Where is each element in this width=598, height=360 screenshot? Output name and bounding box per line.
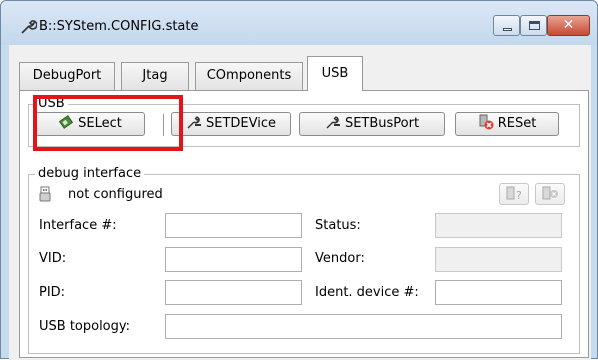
close-button[interactable]: ✕: [547, 15, 590, 36]
svg-text:?: ?: [516, 189, 522, 202]
tab-components[interactable]: COmponents: [195, 62, 303, 90]
vid-field[interactable]: [165, 247, 302, 272]
ident-device-label: Ident. device #:: [315, 285, 419, 300]
window-client-area: DebugPort Jtag COmponents USB USB SELect: [9, 45, 591, 360]
pid-field[interactable]: [165, 280, 302, 305]
close-icon: ✕: [562, 17, 575, 33]
usb-topology-field[interactable]: [165, 314, 562, 339]
tab-jtag[interactable]: Jtag: [121, 62, 189, 90]
minimize-icon: [503, 28, 512, 31]
reset-button-label: RESet: [497, 116, 537, 131]
select-icon: [58, 114, 74, 130]
maximize-button[interactable]: [520, 15, 547, 36]
setdevice-button-label: SETDEVice: [206, 116, 276, 131]
setbusport-button[interactable]: SETBusPort: [299, 112, 445, 136]
debug-interface-label: debug interface: [35, 166, 145, 181]
select-button-label: SELect: [78, 116, 122, 131]
status-label: Status:: [315, 218, 361, 233]
maximize-icon: [529, 21, 540, 30]
reset-button[interactable]: RESet: [455, 112, 559, 136]
query-icon: ?: [506, 186, 524, 206]
vendor-label: Vendor:: [315, 251, 365, 266]
window-title: B::SYStem.CONFIG.state: [39, 19, 199, 34]
release-device-button[interactable]: [535, 183, 565, 205]
toolbar-separator: [163, 114, 164, 136]
ident-device-field[interactable]: [435, 280, 562, 305]
tab-debugport[interactable]: DebugPort: [19, 62, 115, 90]
interface-number-field[interactable]: [165, 213, 302, 238]
query-device-button[interactable]: ?: [499, 183, 529, 205]
pid-label: PID:: [39, 285, 66, 300]
release-icon: [542, 186, 560, 206]
status-field: [435, 213, 562, 238]
usb-topology-label: USB topology:: [39, 319, 131, 334]
usb-group: USB SELect SETDEVice SETBusPort RESet: [28, 96, 580, 147]
reset-icon: [478, 114, 494, 130]
minimize-button[interactable]: [493, 15, 520, 36]
wrench-icon: [19, 18, 38, 36]
interface-number-label: Interface #:: [39, 218, 117, 233]
usb-group-label: USB: [35, 96, 68, 111]
vid-label: VID:: [39, 251, 67, 266]
select-button[interactable]: SELect: [35, 112, 145, 136]
connection-status-text: not configured: [68, 187, 163, 202]
setdevice-button[interactable]: SETDEVice: [171, 112, 291, 136]
usb-tab-panel: USB SELect SETDEVice SETBusPort RESet de…: [19, 90, 589, 358]
wrench-edit-icon: [186, 114, 202, 130]
setbusport-button-label: SETBusPort: [344, 116, 420, 131]
wrench-edit-icon: [325, 114, 341, 130]
vendor-field: [435, 247, 562, 272]
app-window: B::SYStem.CONFIG.state ✕ DebugPort Jtag …: [0, 0, 598, 360]
tab-usb[interactable]: USB: [307, 56, 363, 91]
title-bar[interactable]: B::SYStem.CONFIG.state ✕: [1, 1, 597, 45]
debug-interface-group: debug interface not configured ? Interfa…: [28, 166, 580, 354]
usb-plug-icon: [39, 186, 51, 202]
